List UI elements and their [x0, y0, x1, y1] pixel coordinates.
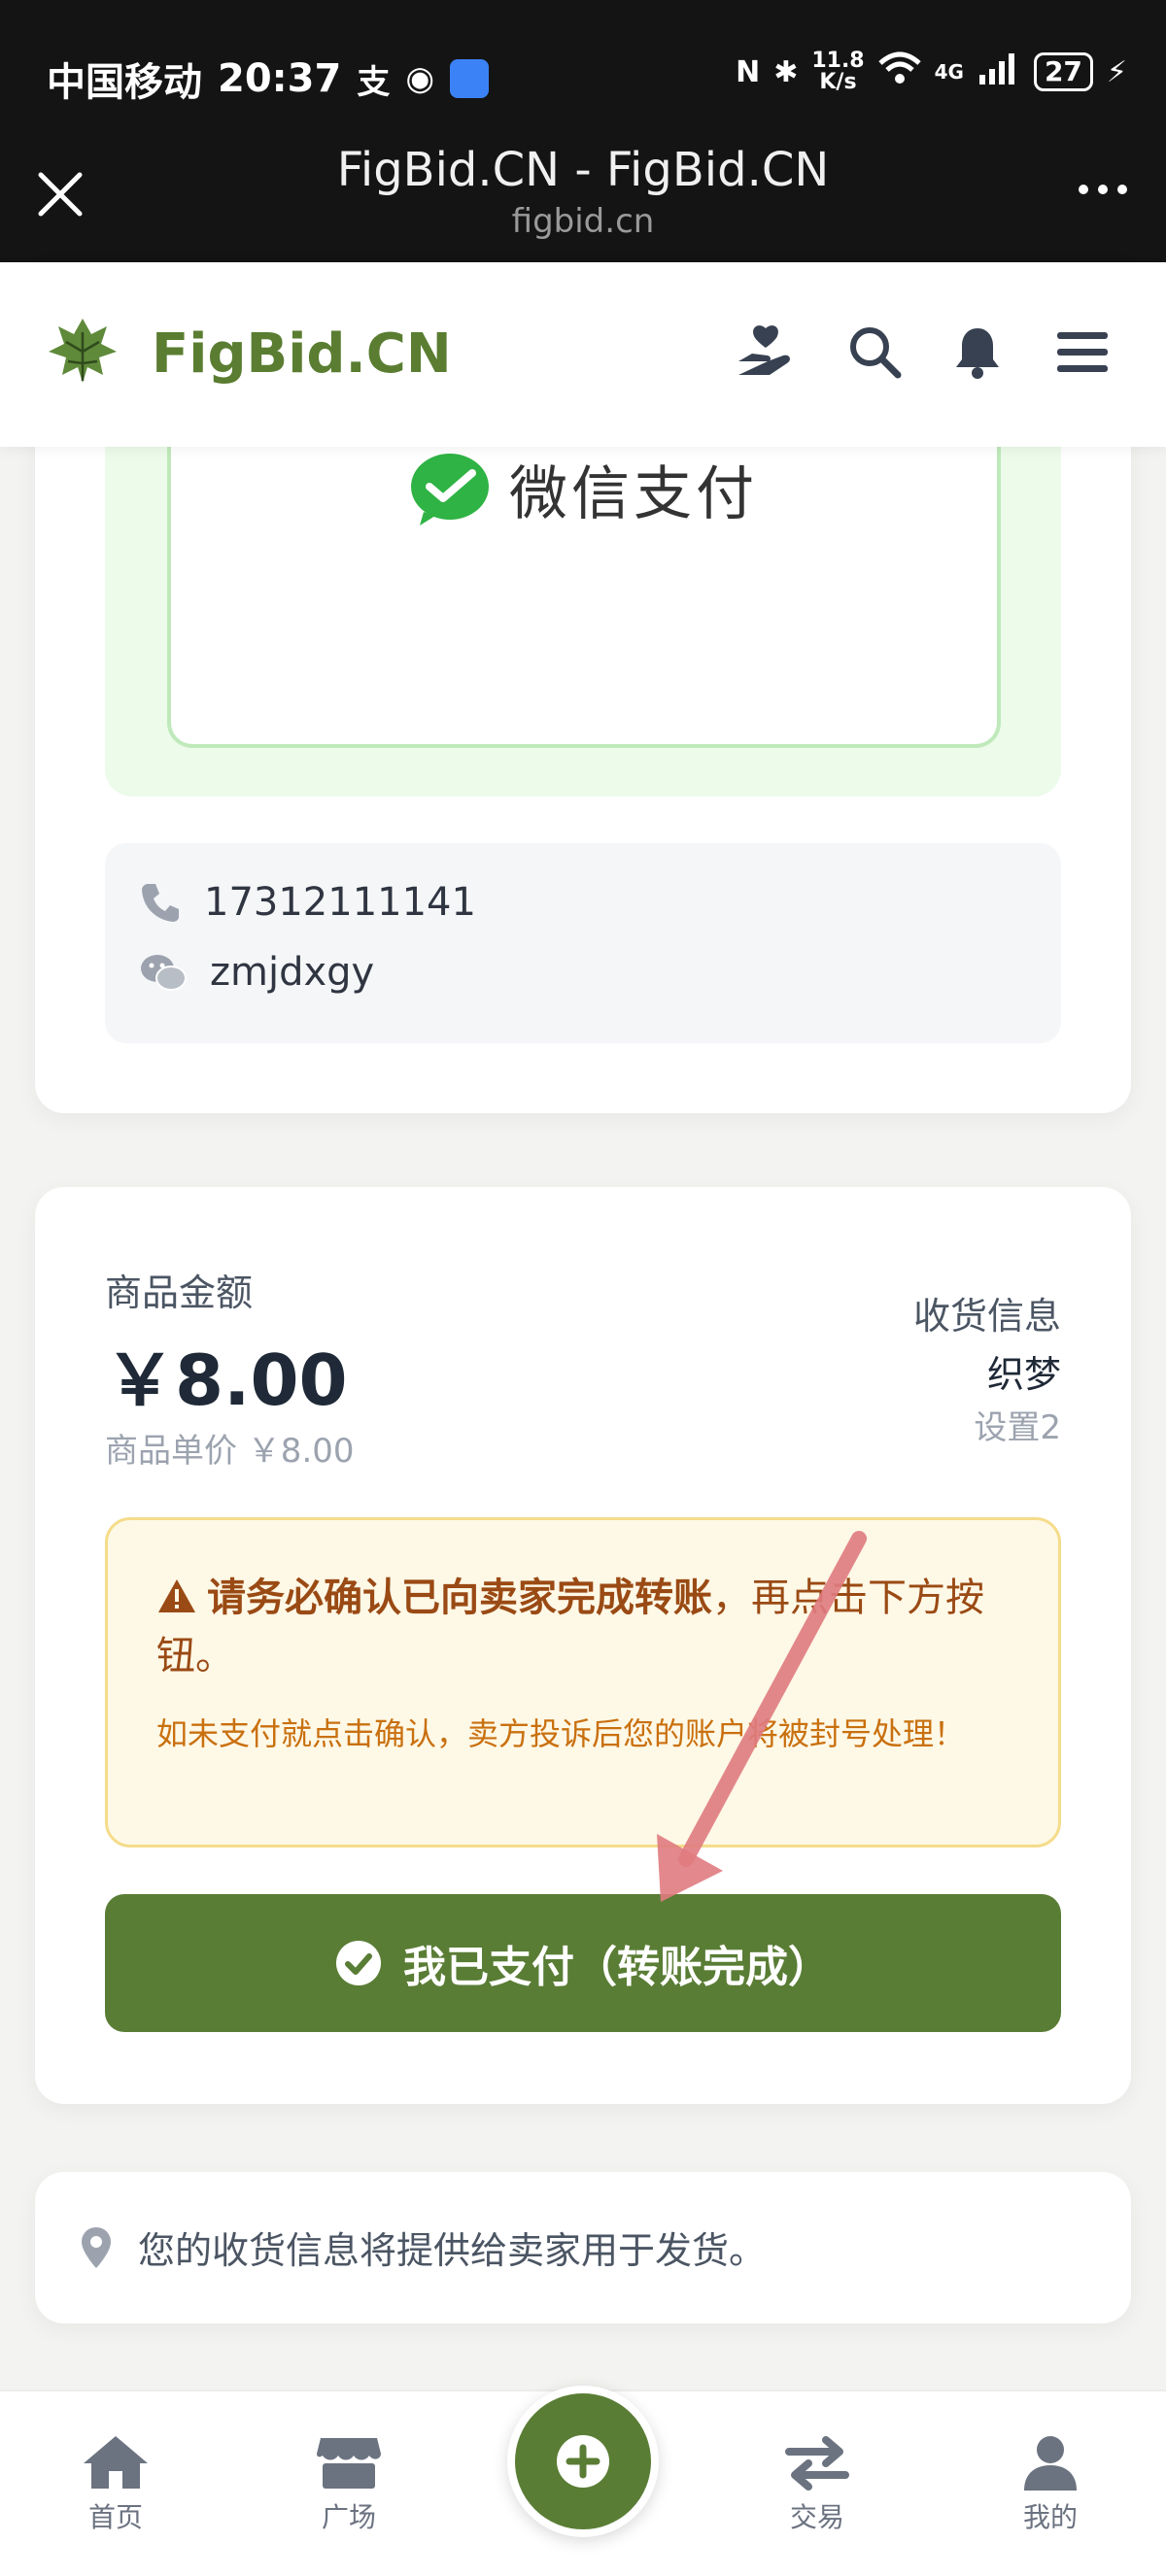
net-speed-unit: K/s	[819, 70, 857, 94]
app-notification-icon	[450, 59, 489, 98]
user-icon	[1024, 2436, 1077, 2491]
shipping-name: 织梦	[986, 1353, 1061, 1396]
battery-indicator: 27	[1033, 52, 1093, 91]
charging-icon: ⚡	[1106, 54, 1127, 89]
carrier-label: 中国移动	[47, 60, 202, 105]
more-icon[interactable]	[1079, 185, 1127, 194]
site-header: FigBid.CN	[0, 262, 1166, 447]
nav-home[interactable]: 首页	[43, 2434, 189, 2535]
browser-url: figbid.cn	[511, 202, 655, 241]
warning-box: 请务必确认已向卖家完成转账，再点击下方按钮。 如未支付就点击确认，卖方投诉后您的…	[105, 1517, 1061, 1847]
check-circle-icon	[336, 1941, 381, 1985]
wechat-pay-check-icon	[411, 453, 489, 525]
nav-mine[interactable]: 我的	[977, 2434, 1123, 2535]
browser-bar: FigBid.CN - FigBid.CN figbid.cn	[0, 144, 1166, 262]
net-speed: 11.8 K/s	[811, 51, 864, 93]
bottom-nav: 首页 广场 交易 我的	[0, 2386, 1166, 2576]
browser-title: FigBid.CN - FigBid.CN	[336, 143, 830, 197]
nav-add-button[interactable]	[507, 2386, 659, 2537]
wifi-icon	[877, 51, 921, 92]
donate-hand-heart-icon[interactable]	[735, 321, 797, 383]
time-label: 20:37	[218, 56, 342, 101]
shipping-title: 收货信息	[912, 1295, 1061, 1338]
signal-icon	[977, 51, 1020, 92]
seller-wechat-id[interactable]: zmjdxgy	[210, 950, 374, 995]
phone-row: 17312111141	[140, 880, 476, 925]
bell-icon[interactable]	[946, 321, 1009, 383]
site-name[interactable]: FigBid.CN	[152, 322, 452, 386]
amount-value: ￥8.00	[105, 1339, 348, 1421]
shipping-note: 设置2	[974, 1408, 1061, 1447]
warning-main: 请务必确认已向卖家完成转账，再点击下方按钮。	[156, 1569, 1031, 1685]
exchange-arrows-icon	[785, 2436, 849, 2491]
amount-label: 商品金额	[105, 1271, 254, 1314]
wechat-pay-label: 微信支付	[509, 460, 758, 528]
fig-leaf-logo-icon[interactable]	[45, 313, 120, 389]
order-summary-card: 商品金额 ￥8.00 商品单价 ￥8.00 收货信息 织梦 设置2 请务必确认已…	[35, 1187, 1131, 2104]
plus-circle-icon	[557, 2435, 609, 2488]
menu-icon[interactable]	[1051, 321, 1114, 383]
unit-price: 商品单价 ￥8.00	[105, 1432, 355, 1471]
nav-trade-label: 交易	[789, 2501, 844, 2533]
nav-plaza[interactable]: 广场	[276, 2434, 422, 2535]
wechat-pay-badge: 微信支付	[171, 447, 997, 531]
warning-triangle-icon	[158, 1579, 195, 1612]
wechat-icon	[141, 955, 187, 991]
signal-type: 4G	[934, 60, 964, 84]
phone-icon	[142, 884, 179, 922]
home-icon	[84, 2436, 148, 2489]
audio-icon: ◉	[405, 59, 434, 98]
wechat-row: zmjdxgy	[140, 950, 374, 995]
paid-button-label: 我已支付（转账完成）	[403, 1943, 831, 1992]
location-pin-icon	[82, 2226, 111, 2268]
shipping-info-row: 您的收货信息将提供给卖家用于发货。	[80, 2220, 766, 2274]
status-bar: 中国移动 20:37 支 ◉ N ✱ 11.8 K/s 4G 27 ⚡	[0, 0, 1166, 144]
nfc-icon: N	[736, 54, 761, 89]
shipping-info-card: 您的收货信息将提供给卖家用于发货。	[35, 2172, 1131, 2323]
nav-home-label: 首页	[87, 2501, 143, 2533]
nav-plaza-label: 广场	[321, 2501, 376, 2533]
nav-trade[interactable]: 交易	[744, 2434, 890, 2535]
status-left: 中国移动 20:37 支 ◉	[47, 51, 489, 107]
shipping-info-text: 您的收货信息将提供给卖家用于发货。	[138, 2229, 767, 2272]
warning-sub: 如未支付就点击确认，卖方投诉后您的账户将被封号处理！	[156, 1715, 966, 1752]
alipay-icon: 支	[357, 62, 391, 102]
status-right: N ✱ 11.8 K/s 4G 27 ⚡	[736, 51, 1127, 93]
store-icon	[317, 2438, 381, 2489]
nav-mine-label: 我的	[1022, 2501, 1078, 2533]
bluetooth-icon: ✱	[773, 54, 799, 89]
paid-confirm-button[interactable]: 我已支付（转账完成）	[105, 1894, 1061, 2032]
warning-strong: 请务必确认已向卖家完成转账	[207, 1576, 712, 1620]
search-icon[interactable]	[843, 321, 906, 383]
seller-contact-box: 17312111141 zmjdxgy	[105, 843, 1061, 1043]
seller-phone[interactable]: 17312111141	[204, 880, 476, 925]
